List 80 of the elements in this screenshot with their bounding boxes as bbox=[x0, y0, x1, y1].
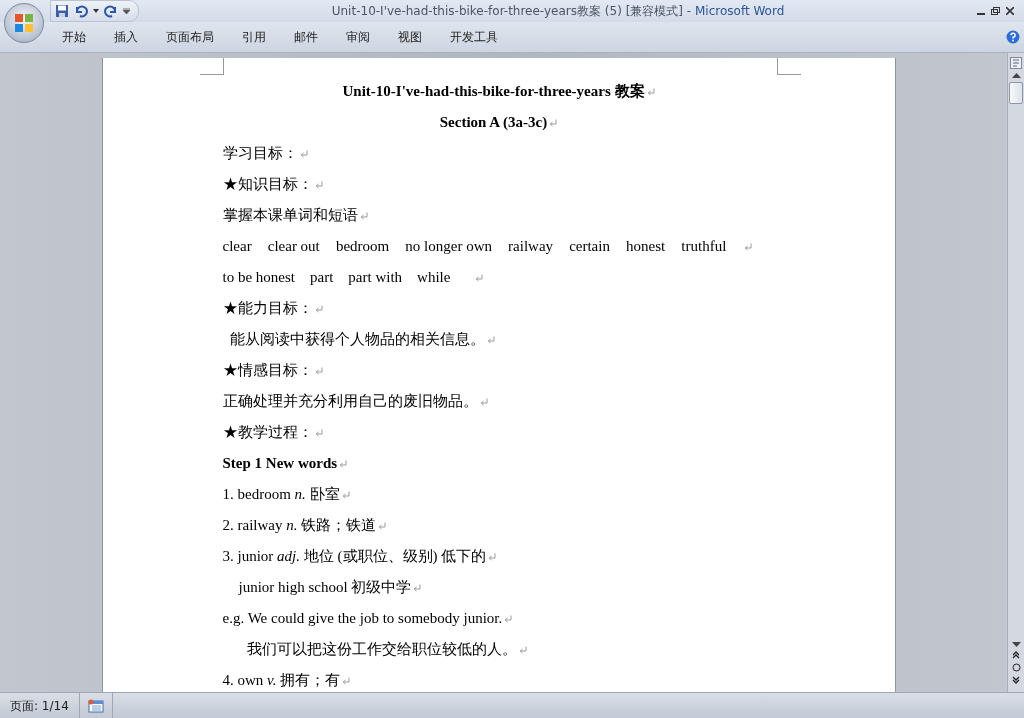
help-icon[interactable] bbox=[1006, 30, 1020, 44]
ribbon-tab[interactable]: 视图 bbox=[384, 28, 436, 46]
vocabulary-word: clear out bbox=[267, 238, 320, 255]
restore-icon[interactable] bbox=[991, 7, 1000, 15]
window-title: Unit-10-I've-had-this-bike-for-three-years教案 (5) [兼容模式] - bbox=[331, 3, 692, 18]
paragraph-mark-icon bbox=[299, 149, 308, 158]
paragraph-text: 正确处理并充分利用自己的废旧物品。 bbox=[222, 392, 478, 411]
paragraph-text: 我们可以把这份工作交给职位较低的人。 bbox=[246, 640, 517, 659]
paragraph-mark-icon bbox=[646, 87, 655, 96]
paragraph-text: 1. bedroom n. 卧室 bbox=[222, 485, 340, 504]
paragraph-mark-icon bbox=[342, 676, 351, 685]
paragraph-text: 学习目标： bbox=[222, 144, 298, 163]
paragraph-text: ★知识目标： bbox=[222, 175, 313, 194]
paragraph-text: 能从阅读中获得个人物品的相关信息。 bbox=[229, 330, 485, 349]
paragraph-mark-icon bbox=[475, 273, 484, 282]
browse-object-icon[interactable] bbox=[1011, 663, 1021, 672]
scroll-up-icon[interactable] bbox=[1011, 73, 1021, 78]
paragraph-mark-icon bbox=[518, 645, 527, 654]
paragraph-mark-icon bbox=[549, 118, 558, 127]
paragraph-text: ★教学过程： bbox=[222, 423, 313, 442]
dropdown-caret-icon[interactable] bbox=[93, 9, 99, 13]
paragraph-mark-icon bbox=[314, 304, 323, 313]
paragraph-mark-icon bbox=[378, 521, 387, 530]
paragraph-text: 4. own v. 拥有；有 bbox=[222, 671, 341, 690]
close-icon[interactable] bbox=[1006, 7, 1014, 15]
office-logo-icon bbox=[13, 12, 35, 34]
scroll-thumb[interactable] bbox=[1009, 82, 1023, 104]
vertical-scrollbar[interactable] bbox=[1007, 53, 1024, 692]
section-heading: Step 1 New words bbox=[222, 455, 338, 472]
vocabulary-word: bedroom bbox=[335, 238, 390, 255]
ribbon-tab[interactable]: 页面布局 bbox=[152, 28, 228, 46]
ribbon-tab[interactable]: 插入 bbox=[100, 28, 152, 46]
undo-icon[interactable] bbox=[74, 4, 88, 18]
ruler-toggle-icon[interactable] bbox=[1010, 57, 1022, 69]
vocabulary-word: part bbox=[310, 269, 334, 286]
paragraph-mark-icon bbox=[314, 180, 323, 189]
app-name: Microsoft Word bbox=[695, 3, 785, 18]
paragraph-mark-icon bbox=[488, 552, 497, 561]
document-title: Unit-10-I've-had-this-bike-for-three-years 教案 bbox=[342, 82, 645, 101]
vocabulary-word: while bbox=[417, 269, 451, 286]
redo-icon[interactable] bbox=[104, 4, 118, 18]
paragraph-mark-icon bbox=[486, 335, 495, 344]
document-title: Section A (3a-3c) bbox=[439, 114, 548, 131]
save-icon[interactable] bbox=[55, 4, 69, 18]
paragraph-text: e.g. We could give the job to somebody junior. bbox=[222, 610, 503, 627]
vocabulary-word: certain bbox=[569, 238, 610, 255]
paragraph-mark-icon bbox=[314, 428, 323, 437]
paragraph-mark-icon bbox=[359, 211, 368, 220]
paragraph-text: ★能力目标： bbox=[222, 299, 313, 318]
paragraph-text: ★情感目标： bbox=[222, 361, 313, 380]
ribbon-tab[interactable]: 审阅 bbox=[332, 28, 384, 46]
paragraph-mark-icon bbox=[504, 614, 513, 623]
scroll-down-icon[interactable] bbox=[1011, 642, 1021, 647]
ribbon-tab[interactable]: 引用 bbox=[228, 28, 280, 46]
ribbon-tab[interactable]: 开发工具 bbox=[436, 28, 512, 46]
page-indicator[interactable]: 页面: 1/14 bbox=[0, 693, 80, 718]
paragraph-mark-icon bbox=[479, 397, 488, 406]
paragraph-mark-icon bbox=[744, 242, 753, 251]
vocabulary-word: no longer own bbox=[405, 238, 492, 255]
paragraph-mark-icon bbox=[314, 366, 323, 375]
paragraph-text: 3. junior adj. 地位 (或职位、级别) 低下的 bbox=[222, 547, 487, 566]
previous-page-icon[interactable] bbox=[1012, 651, 1020, 659]
vocabulary-word: honest bbox=[626, 238, 666, 255]
paragraph-text: 2. railway n. 铁路；铁道 bbox=[222, 516, 377, 535]
layout-view-icon[interactable] bbox=[87, 699, 104, 713]
office-button[interactable] bbox=[4, 3, 44, 43]
next-page-icon[interactable] bbox=[1012, 676, 1020, 684]
paragraph-text: 掌握本课单词和短语 bbox=[222, 206, 358, 225]
paragraph-text: junior high school 初级中学 bbox=[238, 578, 412, 597]
vocabulary-word: railway bbox=[508, 238, 554, 255]
paragraph-mark-icon bbox=[413, 583, 422, 592]
customize-caret-icon[interactable] bbox=[123, 8, 130, 14]
vocabulary-word: part with bbox=[348, 269, 403, 286]
paragraph-mark-icon bbox=[341, 490, 350, 499]
ribbon-tab[interactable]: 开始 bbox=[48, 28, 100, 46]
ribbon-tab[interactable]: 邮件 bbox=[280, 28, 332, 46]
vocabulary-word: truthful bbox=[681, 238, 727, 255]
vocabulary-word: to be honest bbox=[222, 269, 295, 286]
vocabulary-word: clear bbox=[222, 238, 252, 255]
paragraph-mark-icon bbox=[339, 459, 348, 468]
